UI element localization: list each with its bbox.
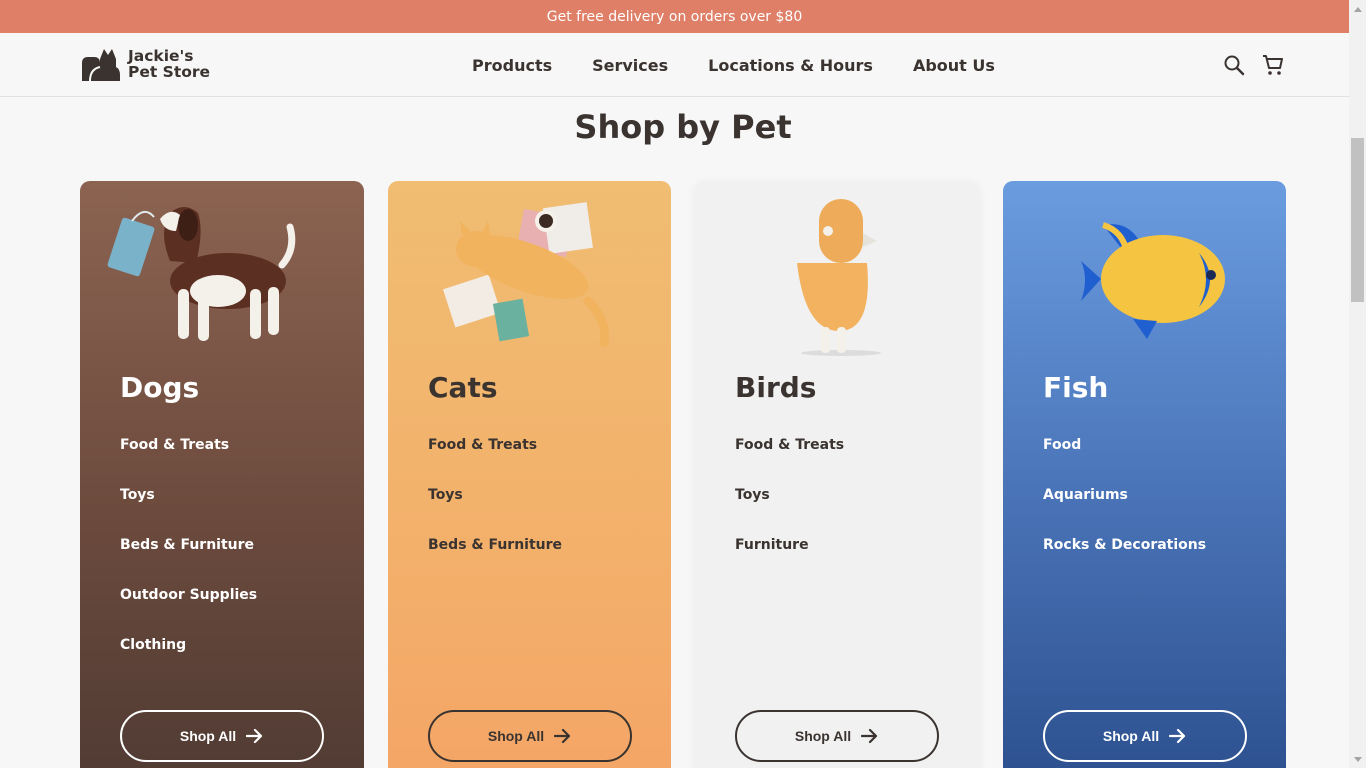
card-title: Fish bbox=[1043, 371, 1109, 404]
shop-all-label: Shop All bbox=[487, 728, 545, 744]
promo-text: Get free delivery on orders over $80 bbox=[546, 8, 803, 25]
site-header: Jackie's Pet Store Products Services Loc… bbox=[0, 33, 1349, 97]
category-links: Food & Treats Toys Beds & Furniture bbox=[428, 436, 562, 586]
shop-all-label: Shop All bbox=[179, 728, 237, 744]
category-link[interactable]: Food & Treats bbox=[428, 436, 562, 486]
scroll-thumb[interactable] bbox=[1351, 138, 1364, 302]
nav-products[interactable]: Products bbox=[472, 56, 552, 75]
card-birds: Birds Food & Treats Toys Furniture Shop … bbox=[695, 181, 979, 768]
category-link[interactable]: Clothing bbox=[120, 636, 257, 686]
category-link[interactable]: Beds & Furniture bbox=[428, 536, 562, 586]
card-cats: Cats Food & Treats Toys Beds & Furniture… bbox=[388, 181, 671, 768]
category-link[interactable]: Rocks & Decorations bbox=[1043, 536, 1206, 586]
arrow-right-icon bbox=[246, 728, 263, 744]
category-link[interactable]: Food & Treats bbox=[120, 436, 257, 486]
category-link[interactable]: Toys bbox=[735, 486, 844, 536]
card-title: Cats bbox=[428, 371, 498, 404]
shop-all-cats-button[interactable]: Shop All bbox=[428, 710, 632, 762]
search-button[interactable] bbox=[1222, 53, 1246, 77]
category-link[interactable]: Furniture bbox=[735, 536, 844, 586]
shop-all-birds-button[interactable]: Shop All bbox=[735, 710, 939, 762]
section-title: Shop by Pet bbox=[574, 108, 792, 146]
logo-icon bbox=[82, 49, 120, 81]
category-link[interactable]: Outdoor Supplies bbox=[120, 586, 257, 636]
main-nav: Products Services Locations & Hours Abou… bbox=[472, 33, 995, 97]
card-fish: Fish Food Aquariums Rocks & Decorations … bbox=[1003, 181, 1286, 768]
category-link[interactable]: Food & Treats bbox=[735, 436, 844, 486]
search-icon bbox=[1224, 55, 1245, 76]
bird-illustration bbox=[797, 199, 881, 356]
nav-services[interactable]: Services bbox=[592, 56, 668, 75]
logo-text: Jackie's Pet Store bbox=[128, 48, 210, 80]
arrow-right-icon bbox=[554, 728, 571, 744]
category-link[interactable]: Toys bbox=[428, 486, 562, 536]
category-link[interactable]: Food bbox=[1043, 436, 1206, 486]
cat-illustration bbox=[442, 202, 610, 348]
card-dogs: Dogs Food & Treats Toys Beds & Furniture… bbox=[80, 181, 364, 768]
shop-all-fish-button[interactable]: Shop All bbox=[1043, 710, 1247, 762]
arrow-right-icon bbox=[1169, 728, 1186, 744]
promo-banner: Get free delivery on orders over $80 bbox=[0, 0, 1349, 33]
dog-illustration bbox=[107, 207, 296, 341]
card-title: Dogs bbox=[120, 371, 200, 404]
category-link[interactable]: Toys bbox=[120, 486, 257, 536]
shop-all-dogs-button[interactable]: Shop All bbox=[120, 710, 324, 762]
category-links: Food & Treats Toys Beds & Furniture Outd… bbox=[120, 436, 257, 686]
brand-line-1: Jackie's bbox=[128, 47, 194, 65]
shop-all-label: Shop All bbox=[794, 728, 852, 744]
category-links: Food Aquariums Rocks & Decorations bbox=[1043, 436, 1206, 586]
scroll-up-arrow[interactable] bbox=[1349, 0, 1366, 17]
nav-about-us[interactable]: About Us bbox=[913, 56, 995, 75]
cart-icon bbox=[1263, 55, 1283, 75]
shop-all-label: Shop All bbox=[1102, 728, 1160, 744]
category-link[interactable]: Aquariums bbox=[1043, 486, 1206, 536]
arrow-right-icon bbox=[861, 728, 878, 744]
category-links: Food & Treats Toys Furniture bbox=[735, 436, 844, 586]
logo[interactable]: Jackie's Pet Store bbox=[80, 47, 210, 81]
cart-button[interactable] bbox=[1261, 53, 1285, 77]
card-title: Birds bbox=[735, 371, 817, 404]
fish-illustration bbox=[1081, 222, 1225, 339]
nav-locations-hours[interactable]: Locations & Hours bbox=[708, 56, 873, 75]
category-link[interactable]: Beds & Furniture bbox=[120, 536, 257, 586]
scroll-down-arrow[interactable] bbox=[1349, 751, 1366, 768]
brand-line-2: Pet Store bbox=[128, 63, 211, 81]
